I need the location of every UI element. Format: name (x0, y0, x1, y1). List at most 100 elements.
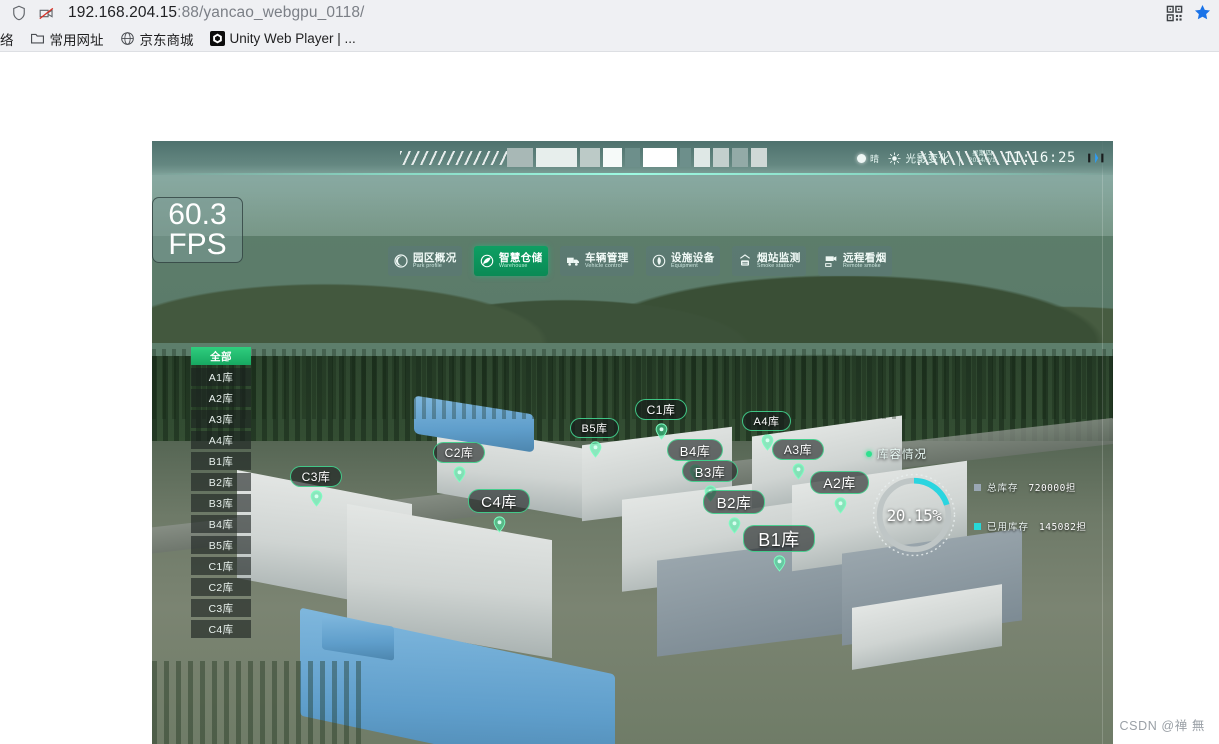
map-label-B4库[interactable]: B4库 (667, 439, 723, 461)
sidebar-item-all[interactable]: 全部 (191, 347, 251, 365)
map-label-A3库[interactable]: A3库 (772, 439, 824, 460)
nav-label-cn: 车辆管理 (585, 251, 629, 264)
map-label-B1库[interactable]: B1库 (743, 525, 815, 552)
map-pin-C4库[interactable] (493, 516, 506, 533)
redaction-block (751, 148, 768, 167)
capacity-legend: 总库存 720000担 已用库存 145082担 (974, 480, 1106, 558)
page-body: 晴 光影变化 星期四 2024/2/1 11:16:25 园区概况 Park p… (0, 52, 1219, 744)
bookmark-star-icon[interactable] (1193, 3, 1213, 23)
sidebar-item-b1[interactable]: B1库 (191, 452, 251, 470)
legend-value: 720000担 (1028, 483, 1076, 494)
weather-status: 晴 (856, 152, 880, 165)
map-label-B3库[interactable]: B3库 (682, 460, 738, 482)
nav-item-vehicle-control[interactable]: 车辆管理 Vehicle control (560, 246, 634, 276)
sidebar-item-c4[interactable]: C4库 (191, 620, 251, 638)
legend-swatch (974, 483, 981, 491)
capacity-title: 库容情况 (877, 449, 927, 461)
webgpu-3d-canvas[interactable]: 晴 光影变化 星期四 2024/2/1 11:16:25 园区概况 Park p… (152, 141, 1113, 744)
sidebar-item-a3[interactable]: A3库 (191, 410, 251, 428)
redaction-block (694, 148, 711, 167)
map-label-A4库[interactable]: A4库 (742, 411, 791, 431)
nav-item-smoke-station[interactable]: 烟站监测 Smoke station (732, 246, 806, 276)
folder-icon (30, 31, 45, 46)
sidebar-item-a2[interactable]: A2库 (191, 389, 251, 407)
nav-label-cn: 设施设备 (671, 251, 715, 264)
bookmark-label: 常用网址 (49, 32, 104, 48)
sidebar-item-c3[interactable]: C3库 (191, 599, 251, 617)
nav-label-group: 烟站监测 Smoke station (757, 251, 801, 270)
legend-label: 总库存 (987, 483, 1019, 494)
map-label-B5库[interactable]: B5库 (570, 418, 619, 438)
nav-label-en: Vehicle control (585, 262, 623, 269)
watermark: CSDN @禅 無 (1119, 719, 1205, 733)
map-pin-C2库[interactable] (453, 466, 466, 483)
shield-icon[interactable] (8, 2, 30, 24)
sidebar-item-label: B4库 (208, 518, 234, 531)
bookmark-item[interactable]: 络 (0, 27, 21, 51)
nav-item-warehouse[interactable]: 智慧仓储 Warehouse (474, 246, 548, 276)
sidebar-item-c2[interactable]: C2库 (191, 578, 251, 596)
sidebar-item-label: A3库 (208, 413, 234, 426)
sidebar-item-c1[interactable]: C1库 (191, 557, 251, 575)
sidebar-item-b3[interactable]: B3库 (191, 494, 251, 512)
nav-item-equipment[interactable]: 设施设备 Equipment (646, 246, 720, 276)
nav-label-en: Warehouse (499, 262, 528, 269)
sidebar-item-a4[interactable]: A4库 (191, 431, 251, 449)
bookmarks-bar: 络 常用网址 京东商城 Unity Web Player | ... (0, 26, 1219, 52)
nav-label-en: Equipment (671, 262, 698, 269)
station-icon (737, 253, 753, 269)
bullet-icon (866, 451, 872, 457)
browser-address-bar[interactable]: 192.168.204.15:88/yancao_webgpu_0118/ (0, 0, 1219, 26)
sidebar-item-label: B1库 (208, 455, 234, 468)
redaction-block (580, 148, 600, 167)
map-label-text: C1库 (646, 403, 676, 417)
map-label-C1库[interactable]: C1库 (635, 399, 687, 420)
map-pin-B2库[interactable] (728, 517, 741, 534)
qr-code-icon[interactable] (1166, 5, 1183, 22)
legend-label: 已用库存 (987, 522, 1030, 533)
collapse-icon[interactable] (1085, 151, 1107, 165)
warehouse-filter-sidebar: 全部 A1库 A2库 A3库 A4库 B1库 B2库 B3库 B4库 B5库 C… (191, 347, 251, 638)
nav-label-group: 设施设备 Equipment (671, 251, 715, 270)
map-label-text: A2库 (823, 474, 856, 491)
url-text[interactable]: 192.168.204.15:88/yancao_webgpu_0118/ (68, 4, 364, 22)
map-pin-B1库[interactable] (773, 555, 786, 572)
sidebar-item-label: 全部 (210, 350, 232, 363)
bookmark-item[interactable]: Unity Web Player | ... (203, 29, 363, 48)
nav-item-remote-smoke[interactable]: 远程看烟 Remote smoke (818, 246, 892, 276)
sidebar-item-label: C4库 (208, 623, 234, 636)
map-pin-B5库[interactable] (589, 441, 602, 458)
map-pin-A3库[interactable] (792, 463, 805, 480)
sidebar-item-b2[interactable]: B2库 (191, 473, 251, 491)
map-label-C3库[interactable]: C3库 (290, 466, 342, 487)
sidebar-item-a1[interactable]: A1库 (191, 368, 251, 386)
map-label-B2库[interactable]: B2库 (703, 490, 765, 514)
light-change-toggle[interactable]: 光影变化 (888, 151, 949, 166)
sun-icon (856, 153, 866, 163)
bookmark-item[interactable]: 常用网址 (23, 27, 111, 51)
nav-label-cn: 园区概况 (413, 251, 457, 264)
url-path: :88/yancao_webgpu_0118/ (177, 4, 365, 21)
legend-row-used: 已用库存 145082担 (974, 519, 1106, 533)
map-pin-A2库[interactable] (834, 497, 847, 514)
map-label-A2库[interactable]: A2库 (810, 471, 869, 494)
sidebar-item-b4[interactable]: B4库 (191, 515, 251, 533)
blocked-camera-icon[interactable] (34, 2, 58, 24)
map-pin-C1库[interactable] (655, 423, 668, 440)
map-label-text: B4库 (679, 443, 711, 459)
map-label-C2库[interactable]: C2库 (433, 442, 485, 463)
map-label-text: C2库 (444, 446, 474, 460)
globe-icon (120, 31, 135, 46)
sidebar-item-b5[interactable]: B5库 (191, 536, 251, 554)
capacity-title-row: 库容情况 (866, 446, 1106, 462)
nav-item-park-profile[interactable]: 园区概况 Park profile (388, 246, 462, 276)
bookmark-item[interactable]: 京东商城 (113, 27, 201, 51)
map-label-C4库[interactable]: C4库 (468, 489, 530, 513)
nav-label-cn: 远程看烟 (843, 251, 887, 264)
fps-unit: FPS (168, 228, 227, 261)
map-pin-C3库[interactable] (310, 490, 323, 507)
header-stripes-left (400, 151, 518, 165)
camera-icon (823, 253, 839, 269)
map-label-text: C3库 (301, 470, 331, 484)
nav-label-cn: 烟站监测 (757, 251, 801, 264)
